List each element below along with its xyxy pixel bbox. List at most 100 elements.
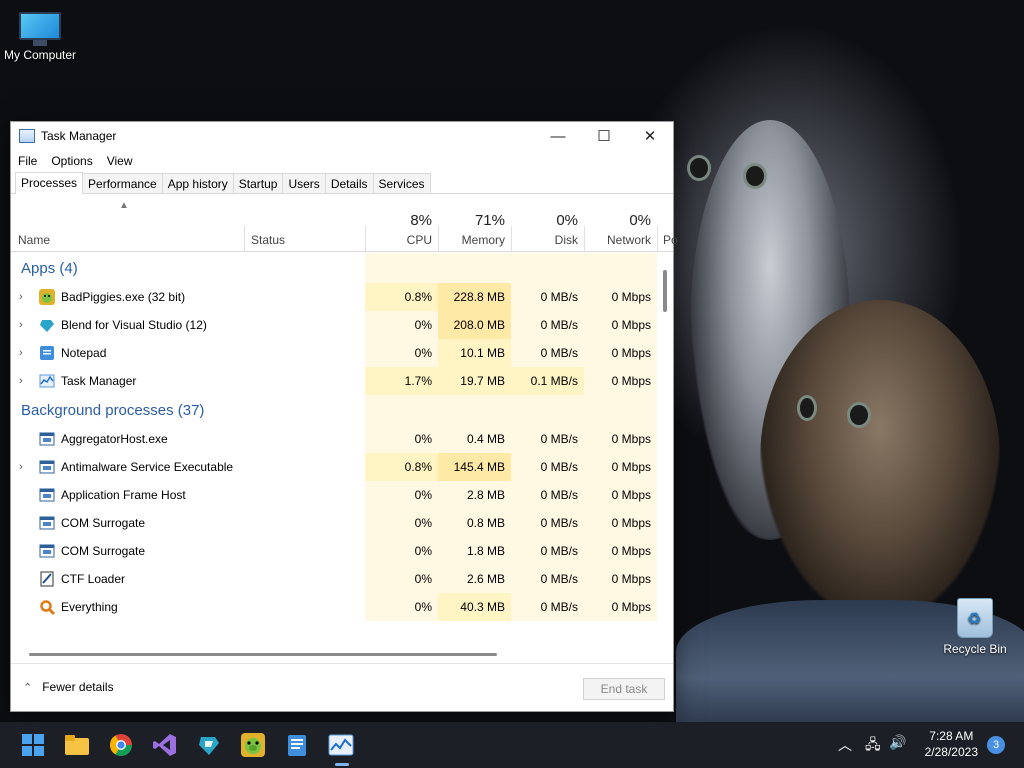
task-manager-window[interactable]: Task Manager — ☐ ✕ File Options View Pro… xyxy=(10,121,678,712)
blend-button[interactable] xyxy=(195,731,223,759)
disk-cell: 0 MB/s xyxy=(511,537,584,565)
desktop-icon-recycle-bin[interactable]: ♻ Recycle Bin xyxy=(940,598,1010,656)
process-name: Notepad xyxy=(61,346,107,360)
cpu-cell: 0.8% xyxy=(365,453,438,481)
recycle-bin-icon: ♻ xyxy=(957,598,993,638)
column-cpu[interactable]: CPU xyxy=(365,233,432,247)
network-cell: 0 Mbps xyxy=(584,593,657,621)
chrome-icon xyxy=(110,734,132,756)
close-button[interactable]: ✕ xyxy=(627,122,673,150)
tab-details[interactable]: Details xyxy=(324,173,374,193)
tab-app-history[interactable]: App history xyxy=(161,173,234,193)
disk-cell: 0 MB/s xyxy=(511,481,584,509)
cat-wallpaper-lower xyxy=(760,300,1000,620)
task-manager-taskbar-button[interactable] xyxy=(327,731,355,766)
table-row[interactable]: AggregatorHost.exe 0% 0.4 MB 0 MB/s 0 Mbps xyxy=(11,425,659,453)
notification-badge[interactable]: 3 xyxy=(987,736,1005,754)
table-row[interactable]: › BadPiggies.exe (32 bit) 0.8% 228.8 MB 0 MB… xyxy=(11,283,659,311)
group-header: Apps (4) xyxy=(11,253,659,283)
tab-startup[interactable]: Startup xyxy=(232,173,284,193)
cat-eye xyxy=(690,158,708,178)
footer: ⌃ Fewer details End task xyxy=(11,663,673,711)
cpu-cell: 1.7% xyxy=(365,367,438,395)
chevron-up-icon[interactable]: ︿ xyxy=(838,735,852,755)
disk-cell: 0.1 MB/s xyxy=(511,367,584,395)
chevron-right-icon[interactable]: › xyxy=(19,319,23,331)
end-task-button[interactable]: End task xyxy=(583,678,665,700)
network-total: 0% xyxy=(629,212,651,229)
memory-cell: 0.8 MB xyxy=(438,509,511,537)
process-name: BadPiggies.exe (32 bit) xyxy=(61,290,186,304)
network-cell: 0 Mbps xyxy=(584,537,657,565)
process-icon xyxy=(39,431,55,447)
memory-cell: 10.1 MB xyxy=(438,339,511,367)
disk-cell: 0 MB/s xyxy=(511,339,584,367)
cpu-cell: 0% xyxy=(365,565,438,593)
fewer-details-button[interactable]: ⌃ Fewer details xyxy=(23,680,114,694)
cpu-cell: 0% xyxy=(365,425,438,453)
tab-processes[interactable]: Processes xyxy=(15,172,84,194)
menu-file[interactable]: File xyxy=(18,154,37,168)
column-name[interactable]: Name xyxy=(18,233,50,247)
chrome-button[interactable] xyxy=(107,731,135,759)
disk-cell: 0 MB/s xyxy=(511,311,584,339)
process-icon xyxy=(39,487,55,503)
tab-performance[interactable]: Performance xyxy=(82,173,163,193)
cpu-cell: 0% xyxy=(365,509,438,537)
memory-cell: 2.8 MB xyxy=(438,481,511,509)
cat-eye xyxy=(850,405,868,425)
menu-view[interactable]: View xyxy=(107,154,133,168)
table-row[interactable]: Everything 0% 40.3 MB 0 MB/s 0 Mbps xyxy=(11,593,659,621)
chevron-right-icon[interactable]: › xyxy=(19,291,23,303)
table-row[interactable]: CTF Loader 0% 2.6 MB 0 MB/s 0 Mbps xyxy=(11,565,659,593)
tab-services[interactable]: Services xyxy=(372,173,431,193)
task-manager-icon xyxy=(39,373,55,389)
horizontal-scrollbar[interactable] xyxy=(29,653,497,656)
column-status[interactable]: Status xyxy=(251,233,285,247)
maximize-button[interactable]: ☐ xyxy=(581,122,627,150)
desktop-icon-my-computer[interactable]: My Computer xyxy=(2,12,78,62)
memory-cell: 40.3 MB xyxy=(438,593,511,621)
title-bar[interactable]: Task Manager — ☐ ✕ xyxy=(11,122,673,150)
table-row[interactable]: › Antimalware Service Executable 0.8% 145.4… xyxy=(11,453,659,481)
tab-users[interactable]: Users xyxy=(282,173,326,193)
group-title: Apps (4) xyxy=(21,260,78,277)
minimize-button[interactable]: — xyxy=(535,122,581,150)
notepad-button[interactable] xyxy=(283,731,311,759)
group-header: Background processes (37) xyxy=(11,395,659,425)
network-cell: 0 Mbps xyxy=(584,509,657,537)
network-icon[interactable]: 🖧 xyxy=(865,734,881,758)
memory-cell: 208.0 MB xyxy=(438,311,511,339)
chevron-right-icon[interactable]: › xyxy=(19,347,23,359)
table-row[interactable]: › Task Manager 1.7% 19.7 MB 0.1 MB/s 0 Mbps xyxy=(11,367,659,395)
network-cell: 0 Mbps xyxy=(584,311,657,339)
column-network[interactable]: Network xyxy=(584,233,651,247)
clock[interactable]: 7:28 AM 2/28/2023 xyxy=(925,728,978,760)
chevron-right-icon[interactable]: › xyxy=(19,461,23,473)
visual-studio-button[interactable] xyxy=(151,731,179,759)
network-cell: 0 Mbps xyxy=(584,339,657,367)
menu-options[interactable]: Options xyxy=(51,154,92,168)
vertical-scrollbar[interactable] xyxy=(663,270,667,312)
cpu-cell: 0% xyxy=(365,311,438,339)
start-button[interactable] xyxy=(19,731,47,759)
badpiggies-button[interactable] xyxy=(239,731,267,759)
chevron-right-icon[interactable]: › xyxy=(19,375,23,387)
column-power[interactable]: Po xyxy=(663,233,678,247)
table-row[interactable]: › Notepad 0% 10.1 MB 0 MB/s 0 Mbps xyxy=(11,339,659,367)
table-row[interactable]: › Blend for Visual Studio (12) 0% 208.0 MB 0… xyxy=(11,311,659,339)
window-title: Task Manager xyxy=(41,129,117,143)
table-row[interactable]: COM Surrogate 0% 1.8 MB 0 MB/s 0 Mbps xyxy=(11,537,659,565)
table-row[interactable]: COM Surrogate 0% 0.8 MB 0 MB/s 0 Mbps xyxy=(11,509,659,537)
column-disk[interactable]: Disk xyxy=(511,233,578,247)
table-row[interactable]: Application Frame Host 0% 2.8 MB 0 MB/s 0 Mb… xyxy=(11,481,659,509)
clock-date: 2/28/2023 xyxy=(924,745,978,759)
process-name: AggregatorHost.exe xyxy=(61,432,168,446)
process-name: Everything xyxy=(61,600,118,614)
volume-icon[interactable]: 🔊 xyxy=(889,734,906,751)
cpu-cell: 0% xyxy=(365,481,438,509)
column-memory[interactable]: Memory xyxy=(438,233,505,247)
process-name: Blend for Visual Studio (12) xyxy=(61,318,207,332)
memory-cell: 228.8 MB xyxy=(438,283,511,311)
file-explorer-button[interactable] xyxy=(63,731,91,759)
